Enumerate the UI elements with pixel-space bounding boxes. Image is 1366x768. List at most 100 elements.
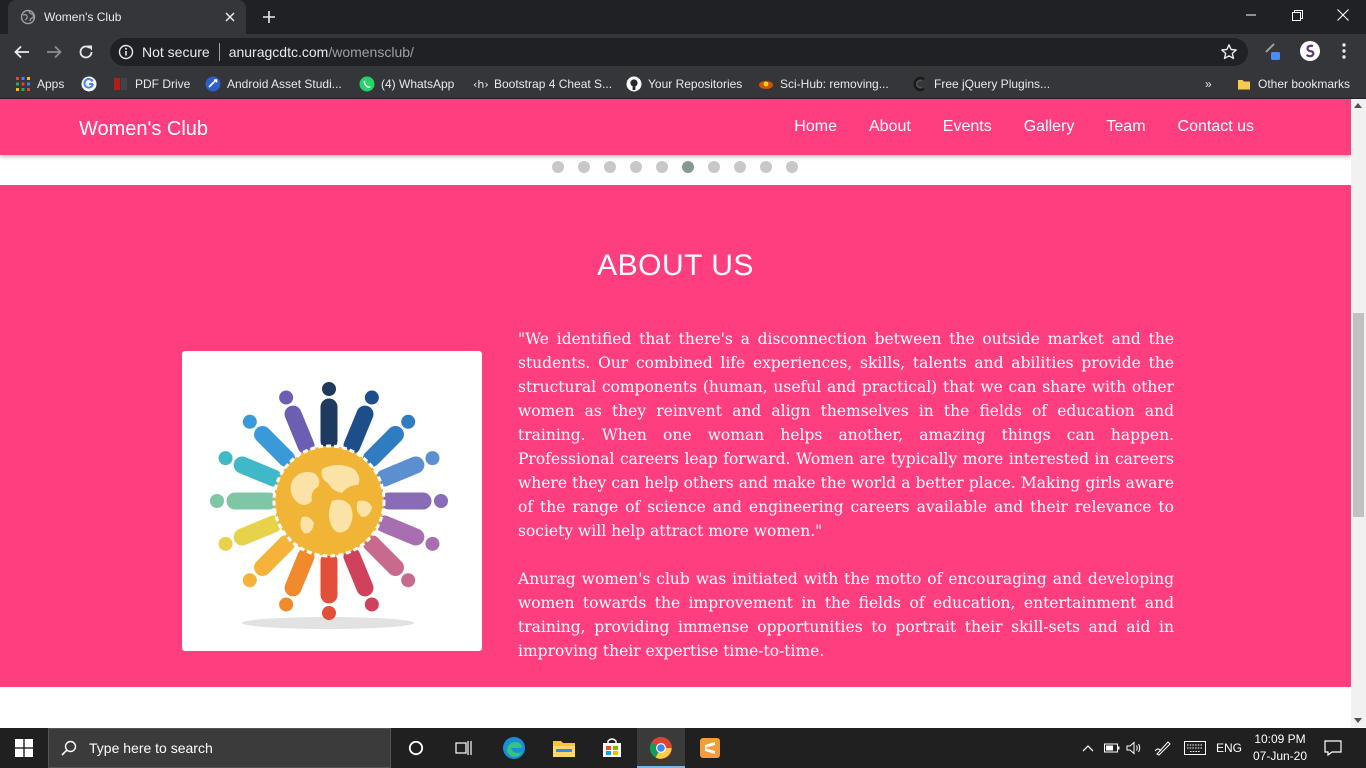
touch-keyboard-icon[interactable]	[1181, 728, 1209, 768]
sci-hub-icon	[758, 76, 774, 92]
carousel-dot[interactable]	[578, 161, 590, 173]
edge-browser-icon[interactable]	[490, 728, 538, 768]
figure-head	[401, 414, 416, 429]
figure-head	[322, 606, 336, 620]
search-icon	[61, 740, 77, 756]
volume-icon[interactable]	[1124, 728, 1144, 768]
extension-icon[interactable]	[1262, 40, 1284, 62]
page-viewport: Women's Club Home About Events Gallery T…	[0, 99, 1351, 727]
carousel-dot[interactable]	[760, 161, 772, 173]
pdf-drive-icon	[113, 76, 129, 92]
page-scrollbar[interactable]	[1351, 99, 1366, 727]
tab-close-icon[interactable]	[218, 5, 242, 29]
figure-body	[254, 534, 296, 576]
bookmarks-overflow-button[interactable]: »	[1205, 76, 1212, 92]
forward-button[interactable]	[40, 38, 68, 66]
figure-head	[425, 536, 440, 551]
nav-events[interactable]: Events	[943, 118, 992, 136]
clock-time: 10:09 PM	[1254, 732, 1306, 746]
about-section: ABOUT US "We identified that there's a d…	[0, 185, 1351, 687]
apps-grid-icon	[15, 76, 31, 92]
back-button[interactable]	[8, 38, 36, 66]
info-icon[interactable]	[118, 44, 134, 60]
bookmark-label: (4) WhatsApp	[381, 77, 455, 91]
clock-date: 07-Jun-20	[1252, 749, 1308, 763]
restore-button[interactable]	[1274, 0, 1320, 30]
bookmark-your-repositories[interactable]: Your Repositories	[626, 76, 742, 92]
bookmark-label: Bootstrap 4 Cheat S...	[494, 77, 613, 91]
carousel-dot[interactable]	[552, 161, 564, 173]
carousel-dot[interactable]	[630, 161, 642, 173]
carousel-dot[interactable]	[708, 161, 720, 173]
women-circle-globe-image	[182, 351, 482, 651]
bookmark-sci-hub[interactable]: Sci-Hub: removing...	[758, 76, 889, 92]
nav-about[interactable]: About	[869, 118, 911, 136]
action-center-icon[interactable]	[1318, 728, 1348, 768]
minimize-button[interactable]	[1228, 0, 1274, 30]
address-bar[interactable]: Not secure anuragcdtc.com/womensclub/	[110, 38, 1248, 66]
file-explorer-icon[interactable]	[540, 728, 588, 768]
profile-avatar[interactable]	[1299, 40, 1321, 62]
about-quote-paragraph: "We identified that there's a disconnect…	[518, 330, 1174, 540]
store-icon[interactable]	[588, 728, 636, 768]
figure-body	[254, 426, 296, 468]
figure-head	[425, 451, 440, 466]
scroll-up-arrow-icon[interactable]	[1354, 103, 1362, 108]
new-tab-button[interactable]	[256, 5, 282, 29]
nav-home[interactable]: Home	[794, 118, 837, 136]
nav-contact-us[interactable]: Contact us	[1178, 118, 1254, 136]
input-language[interactable]: ENG	[1213, 728, 1245, 768]
figure-body	[233, 515, 283, 546]
reload-button[interactable]	[72, 38, 100, 66]
browser-tab[interactable]: Women's Club	[8, 0, 246, 34]
taskbar-search[interactable]: Type here to search	[48, 728, 391, 768]
figure-body	[284, 547, 315, 597]
task-view-icon[interactable]	[440, 728, 488, 768]
bookmark-android-asset-studio[interactable]: Android Asset Studi...	[205, 76, 342, 92]
figure-body	[343, 405, 374, 455]
figure-head	[242, 573, 257, 588]
address-divider	[218, 43, 220, 61]
google-icon	[81, 76, 97, 92]
figure-body	[343, 547, 374, 597]
bookmark-pdf-drive[interactable]: PDF Drive	[113, 76, 190, 92]
figure-head	[364, 597, 379, 612]
bookmark-bootstrap-cheat[interactable]: ‹h› Bootstrap 4 Cheat S...	[472, 76, 612, 92]
jquery-icon	[912, 76, 928, 92]
battery-icon[interactable]	[1102, 728, 1122, 768]
figure-body	[375, 456, 425, 487]
scroll-down-arrow-icon[interactable]	[1354, 718, 1362, 723]
other-bookmarks[interactable]: Other bookmarks	[1236, 76, 1350, 92]
bookmark-whatsapp[interactable]: (4) WhatsApp	[359, 76, 454, 92]
show-hidden-icons[interactable]	[1078, 728, 1098, 768]
carousel-indicators	[552, 161, 798, 173]
chrome-menu-icon[interactable]	[1333, 40, 1355, 62]
bookmark-star-icon[interactable]	[1220, 43, 1238, 61]
sublime-text-icon[interactable]	[686, 728, 734, 768]
chrome-taskbar-icon[interactable]	[637, 728, 685, 768]
bookmark-google[interactable]	[81, 76, 103, 92]
bookmark-label: Your Repositories	[648, 77, 743, 91]
carousel-dot[interactable]	[786, 161, 798, 173]
cortana-icon[interactable]	[392, 728, 440, 768]
folder-icon	[1236, 76, 1252, 92]
bookmark-apps[interactable]: Apps	[15, 76, 64, 92]
nav-team[interactable]: Team	[1106, 118, 1145, 136]
carousel-dot[interactable]	[734, 161, 746, 173]
taskbar-clock[interactable]: 10:09 PM 07-Jun-20	[1248, 731, 1312, 765]
whatsapp-icon	[359, 76, 375, 92]
carousel-dot[interactable]	[682, 161, 694, 173]
figure-head	[434, 494, 448, 508]
close-window-button[interactable]	[1320, 0, 1366, 30]
nav-gallery[interactable]: Gallery	[1024, 118, 1075, 136]
figure-body	[375, 515, 425, 546]
site-brand[interactable]: Women's Club	[79, 118, 208, 141]
carousel-dot[interactable]	[656, 161, 668, 173]
bookmark-free-jquery-plugins[interactable]: Free jQuery Plugins...	[912, 76, 1050, 92]
carousel-dot[interactable]	[604, 161, 616, 173]
pen-icon[interactable]	[1152, 728, 1174, 768]
scrollbar-thumb[interactable]	[1353, 313, 1364, 517]
bookmark-label: Android Asset Studi...	[227, 77, 342, 91]
asset-studio-icon	[205, 76, 221, 92]
start-button[interactable]	[0, 728, 48, 768]
